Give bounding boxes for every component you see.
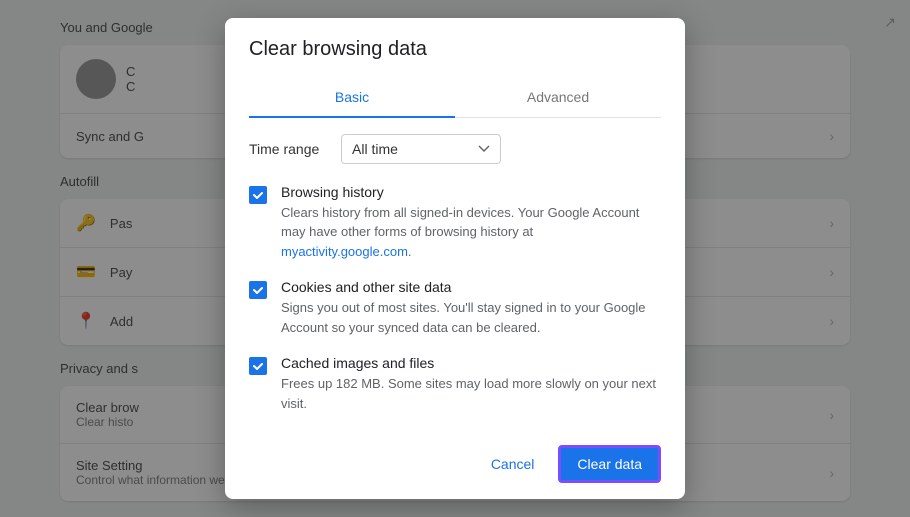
browsing-history-title: Browsing history bbox=[281, 184, 661, 200]
cancel-button[interactable]: Cancel bbox=[475, 448, 551, 480]
dialog-header: Clear browsing data Basic Advanced bbox=[225, 18, 685, 118]
dialog-tabs: Basic Advanced bbox=[249, 77, 661, 118]
cookies-desc: Signs you out of most sites. You'll stay… bbox=[281, 298, 661, 337]
browsing-history-item: Browsing history Clears history from all… bbox=[249, 184, 661, 262]
browsing-history-desc: Clears history from all signed-in device… bbox=[281, 203, 661, 262]
modal-overlay: Clear browsing data Basic Advanced Time … bbox=[0, 0, 910, 517]
myactivity-link[interactable]: myactivity.google.com bbox=[281, 244, 408, 259]
cached-images-desc: Frees up 182 MB. Some sites may load mor… bbox=[281, 374, 661, 413]
time-range-select[interactable]: All time Last hour Last 24 hours Last 7 … bbox=[341, 134, 501, 164]
checkbox-checked[interactable] bbox=[249, 186, 267, 204]
time-range-label: Time range bbox=[249, 141, 329, 157]
checkbox-checked[interactable] bbox=[249, 281, 267, 299]
dialog-title: Clear browsing data bbox=[249, 38, 661, 61]
cookies-checkbox[interactable] bbox=[249, 281, 267, 299]
cookies-title: Cookies and other site data bbox=[281, 279, 661, 295]
tab-basic[interactable]: Basic bbox=[249, 77, 455, 117]
cookies-item: Cookies and other site data Signs you ou… bbox=[249, 279, 661, 337]
dialog-body: Time range All time Last hour Last 24 ho… bbox=[225, 118, 685, 430]
browsing-history-checkbox[interactable] bbox=[249, 186, 267, 204]
cached-images-title: Cached images and files bbox=[281, 355, 661, 371]
clear-data-button[interactable]: Clear data bbox=[558, 445, 661, 483]
tab-advanced[interactable]: Advanced bbox=[455, 77, 661, 117]
clear-browsing-data-dialog: Clear browsing data Basic Advanced Time … bbox=[225, 18, 685, 500]
cached-images-item: Cached images and files Frees up 182 MB.… bbox=[249, 355, 661, 413]
time-range-row: Time range All time Last hour Last 24 ho… bbox=[249, 134, 661, 164]
cached-images-checkbox[interactable] bbox=[249, 357, 267, 375]
dialog-footer: Cancel Clear data bbox=[225, 429, 685, 499]
checkbox-checked[interactable] bbox=[249, 357, 267, 375]
